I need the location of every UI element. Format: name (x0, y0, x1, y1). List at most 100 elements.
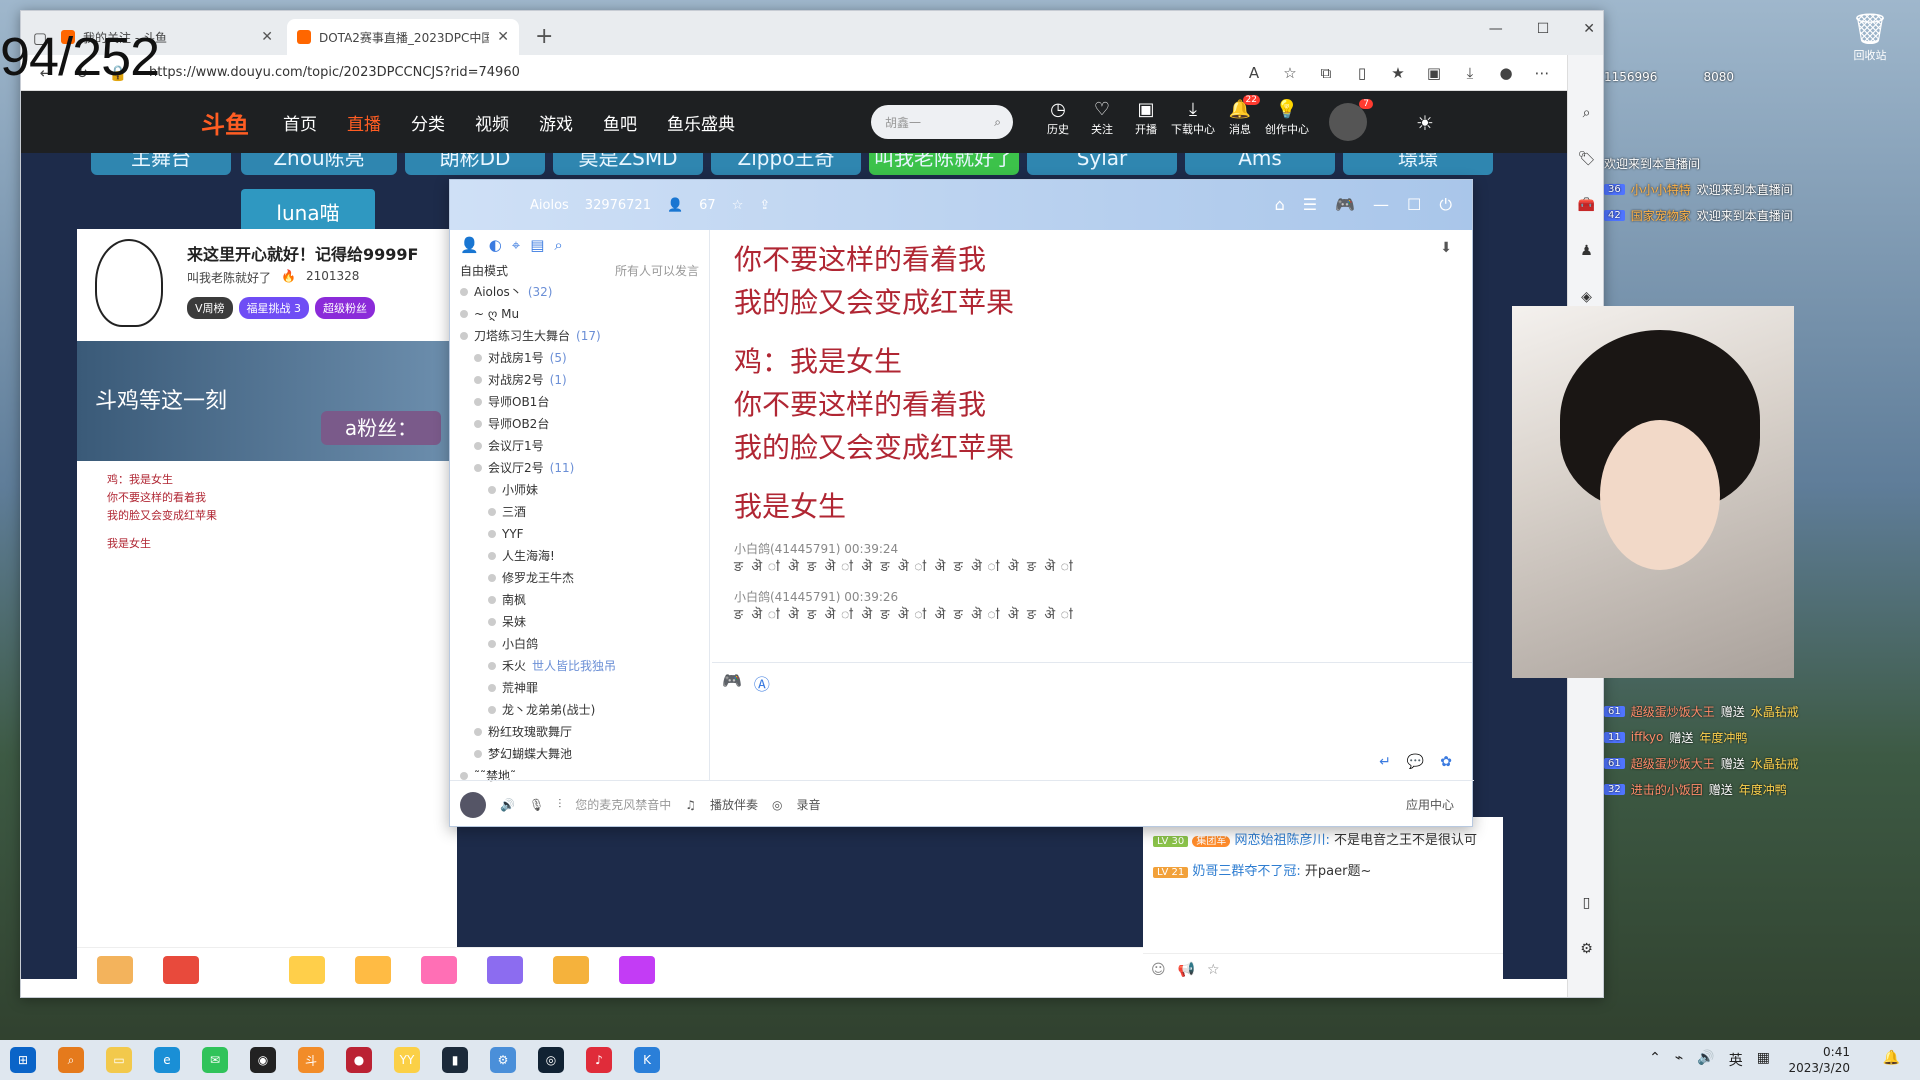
super-fan-tag[interactable]: 超级粉丝 (315, 297, 376, 319)
channel-tree-item[interactable]: 会议厅2号 (11) (450, 457, 709, 479)
channel-tree-item[interactable]: 呆妹 (450, 611, 709, 633)
recycle-bin-icon[interactable]: 🗑 回收站 (1840, 12, 1900, 63)
dota-helper-icon[interactable] (163, 956, 199, 984)
note-icon[interactable]: ▤ (530, 236, 544, 254)
luna-button[interactable]: luna喵 (241, 189, 375, 233)
horn-icon[interactable]: 📢 (1178, 962, 1195, 985)
chat-bubble-icon[interactable]: 💬 (1407, 754, 1424, 770)
theme-toggle-icon[interactable]: ☀ (1416, 111, 1434, 135)
person-icon[interactable]: 👤 (460, 236, 479, 254)
broadcast-button[interactable]: ▣ 开播 (1124, 99, 1168, 137)
week-rank-tag[interactable]: V周榜 (187, 297, 233, 319)
channel-tree-item[interactable]: 人生海海! (450, 545, 709, 567)
downloads-icon[interactable]: ⤓ (1459, 64, 1481, 82)
streamer-name[interactable]: 叫我老陈就好了 (187, 269, 271, 286)
folder-icon[interactable]: ▭ (106, 1047, 132, 1073)
emoji-icon[interactable]: ☺ (1151, 962, 1166, 985)
search-input[interactable]: 胡鑫一 ⌕ (871, 105, 1013, 139)
notification-icon[interactable]: 🔔 (1883, 1050, 1900, 1066)
magic-text-icon[interactable]: Ⓐ (754, 671, 770, 695)
message-input[interactable]: 🎮 Ⓐ ↵ 💬 ✿ (712, 662, 1472, 780)
channel-tree-item[interactable]: 龙丶龙弟弟(战士) (450, 699, 709, 721)
fan-family-icon[interactable] (487, 956, 523, 984)
follow-button[interactable]: ♡ 关注 (1080, 99, 1124, 137)
search-icon[interactable]: ⌕ (554, 236, 562, 254)
chevron-up-icon[interactable]: ⌃ (1649, 1050, 1661, 1070)
read-aloud-icon[interactable]: A (1243, 64, 1265, 82)
stage-ribbon[interactable]: 莫是ZSMD (553, 153, 703, 175)
url-input[interactable]: https://www.douyu.com/topic/2023DPCCNCJS… (143, 59, 1229, 87)
maximize-icon[interactable]: ☐ (1537, 21, 1550, 37)
diamond-icon[interactable] (619, 956, 655, 984)
more-icon[interactable]: ⋯ (1531, 64, 1553, 82)
games-icon[interactable]: ♟ (1580, 243, 1593, 259)
nav-festival[interactable]: 鱼乐盛典 (667, 110, 735, 135)
stage-ribbon[interactable]: Ams (1185, 153, 1335, 175)
channel-tree-item[interactable]: 小白鸽 (450, 633, 709, 655)
obs-icon[interactable]: ◉ (250, 1047, 276, 1073)
volume-icon[interactable]: 🔊 (1697, 1050, 1714, 1070)
stage-ribbon[interactable]: 璟璟 (1343, 153, 1493, 175)
network-icon[interactable]: ⌁ (1675, 1050, 1683, 1070)
channel-tree-item[interactable]: 粉红玫瑰歌舞厅 (450, 721, 709, 743)
mode-label[interactable]: 自由模式 (460, 262, 508, 279)
douyu-logo[interactable]: 斗鱼 (201, 105, 249, 140)
send-icon[interactable]: ↵ (1379, 754, 1391, 770)
douyu-icon[interactable]: 斗 (298, 1047, 324, 1073)
share-icon[interactable]: ⇪ (759, 198, 770, 213)
channel-tree-item[interactable]: 三酒 (450, 501, 709, 523)
download-center-button[interactable]: ⤓ 下载中心 (1168, 99, 1218, 137)
maximize-icon[interactable]: ☐ (1407, 195, 1421, 215)
channel-tree-item[interactable]: 禾火 世人皆比我独吊 (450, 655, 709, 677)
record-button[interactable]: 录音 (796, 796, 820, 813)
tag-icon[interactable]: 🏷 (1578, 151, 1596, 167)
terminal-icon[interactable]: ▮ (442, 1047, 468, 1073)
channel-name[interactable]: Aiolos (530, 198, 569, 213)
channel-tree-item[interactable]: 对战房2号 (1) (450, 369, 709, 391)
favorite-icon[interactable]: ☆ (732, 198, 744, 213)
calendar-icon[interactable]: ▦ (1757, 1050, 1770, 1070)
channel-tree-item[interactable]: 修罗龙王牛杰 (450, 567, 709, 589)
channel-tree-item[interactable]: 对战房1号 (5) (450, 347, 709, 369)
channel-tree-item[interactable]: 荒神罪 (450, 677, 709, 699)
mic-muted-icon[interactable]: 🎙 (529, 798, 544, 812)
browser-tab-active[interactable]: DOTA2赛事直播_2023DPC中国联 ✕ (287, 19, 519, 55)
start-icon[interactable]: ⊞ (10, 1047, 36, 1073)
toolbox-icon[interactable]: 🧰 (1578, 197, 1595, 213)
nav-category[interactable]: 分类 (411, 110, 445, 135)
stage-ribbon[interactable]: 朗彬DD (405, 153, 545, 175)
streamer-avatar[interactable] (95, 239, 163, 327)
channel-tree-item[interactable]: YYF (450, 523, 709, 545)
channel-tree-item[interactable]: ~ ღ Mu (450, 303, 709, 325)
collections-icon[interactable]: ▣ (1423, 64, 1445, 82)
app-icon[interactable]: ● (346, 1047, 372, 1073)
stage-ribbon[interactable]: 主舞台 (91, 153, 231, 175)
self-avatar[interactable] (460, 791, 486, 818)
nav-home[interactable]: 首页 (283, 110, 317, 135)
edge-icon[interactable]: e (154, 1047, 180, 1073)
netease-music-icon[interactable]: ♪ (586, 1047, 612, 1073)
close-tab-icon[interactable]: ✕ (261, 29, 273, 45)
location-icon[interactable]: ⌖ (512, 236, 520, 254)
stage-ribbon[interactable]: Zippo王奇 (711, 153, 861, 175)
mixer-icon[interactable]: ⫶ (558, 797, 561, 812)
split-icon[interactable]: ▯ (1351, 64, 1373, 82)
scroll-down-icon[interactable]: ⬇ (1440, 240, 1452, 256)
messages-button[interactable]: 🔔 消息 22 (1218, 95, 1262, 137)
close-tab-icon[interactable]: ✕ (497, 29, 509, 45)
settings-icon[interactable]: ⚙ (490, 1047, 516, 1073)
ime-lang[interactable]: 英 (1729, 1050, 1743, 1070)
speaker-icon[interactable]: 🔊 (500, 798, 515, 812)
list-icon[interactable]: ☰ (1303, 195, 1317, 215)
play-accompany-button[interactable]: 播放伴奏 (710, 796, 758, 813)
nav-video[interactable]: 视频 (475, 110, 509, 135)
home-icon[interactable]: ⌂ (1275, 195, 1285, 215)
kugou-icon[interactable]: K (634, 1047, 660, 1073)
recent-icon[interactable]: ◐ (489, 236, 502, 254)
nav-yuba[interactable]: 鱼吧 (603, 110, 637, 135)
fuxing-tag[interactable]: 福星挑战 3 (238, 297, 310, 319)
channel-tree-item[interactable]: 会议厅1号 (450, 435, 709, 457)
new-tab-button[interactable]: + (523, 24, 565, 55)
avatar[interactable]: 7 (1329, 99, 1373, 141)
favorites-icon[interactable]: ★ (1387, 64, 1409, 82)
